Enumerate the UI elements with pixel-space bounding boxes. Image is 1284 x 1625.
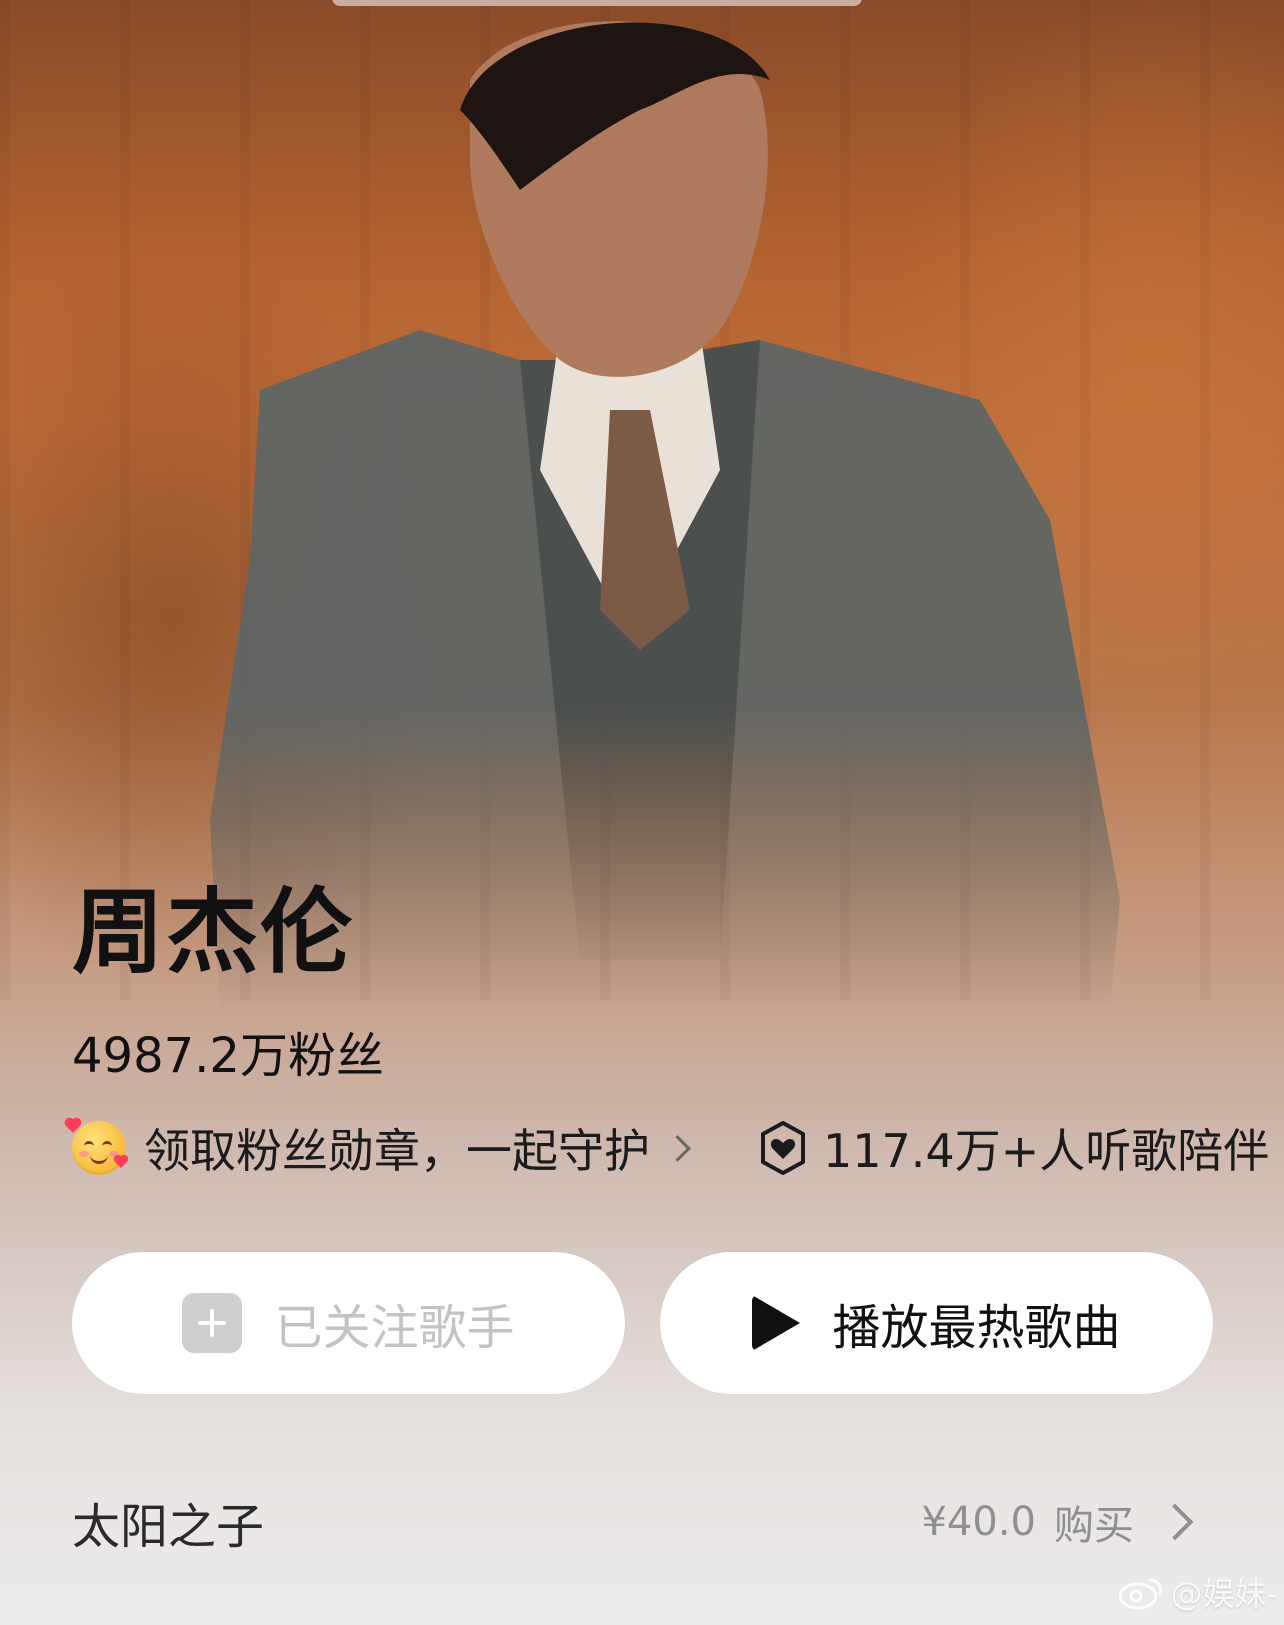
- chevron-right-icon[interactable]: [664, 1134, 691, 1162]
- follow-artist-button[interactable]: 已关注歌手: [72, 1252, 625, 1394]
- plus-icon: [182, 1293, 243, 1353]
- smiling-face-with-hearts-icon: [66, 1119, 127, 1175]
- album-title: 太阳之子: [72, 1499, 265, 1555]
- album-price: ¥40.0: [921, 1499, 1036, 1545]
- album-purchase[interactable]: ¥40.0 购买: [921, 1493, 1194, 1551]
- play-hot-songs-button[interactable]: 播放最热歌曲: [660, 1252, 1213, 1394]
- fan-medal-link[interactable]: 领取粉丝勋章，一起守护: [144, 1115, 650, 1181]
- heart-shield-icon: [759, 1121, 807, 1175]
- chevron-right-icon[interactable]: [1156, 1503, 1194, 1541]
- watermark: @娱妹-: [1118, 1569, 1278, 1615]
- status-pill: [332, 0, 862, 6]
- follower-count: 4987.2万粉丝: [72, 1028, 384, 1084]
- follow-button-label: 已关注歌手: [274, 1300, 515, 1356]
- artist-name: 周杰伦: [72, 882, 355, 984]
- play-icon: [752, 1295, 801, 1351]
- badge-row: 领取粉丝勋章，一起守护 117.4万+人听歌陪伴: [66, 1115, 1270, 1181]
- buy-link[interactable]: 购买: [1054, 1493, 1134, 1551]
- album-promo-row[interactable]: 太阳之子 ¥40.0 购买: [72, 1492, 1194, 1555]
- watermark-text: @娱妹-: [1170, 1575, 1278, 1613]
- weibo-logo-icon: [1118, 1574, 1164, 1610]
- listener-count: 117.4万+人听歌陪伴: [823, 1124, 1270, 1178]
- artist-page: 周杰伦 4987.2万粉丝 领取粉丝勋章，一起守护 117.4万+人听歌陪伴 已…: [0, 0, 1284, 1625]
- play-button-label: 播放最热歌曲: [832, 1300, 1121, 1356]
